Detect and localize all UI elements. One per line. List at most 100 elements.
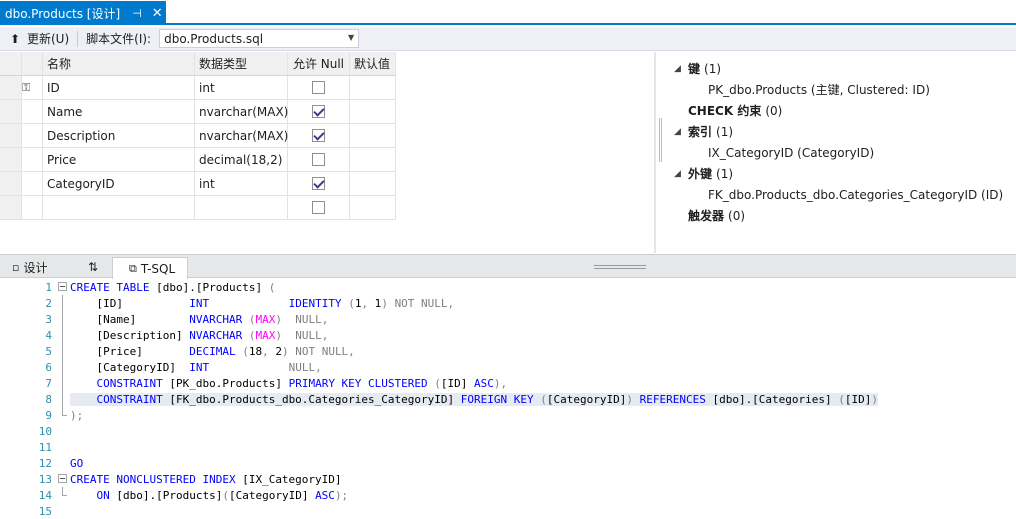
horizontal-splitter-grip-icon[interactable] (594, 265, 646, 269)
table-row[interactable]: Description nvarchar(MAX) (0, 124, 396, 148)
data-type-cell[interactable]: int (195, 172, 288, 196)
close-icon[interactable]: ✕ (152, 6, 163, 21)
fold-guide (56, 375, 70, 391)
code-line[interactable]: 9 ); (0, 407, 1016, 423)
data-type-cell[interactable]: nvarchar(MAX) (195, 124, 288, 148)
primary-key-icon: ⚿ (22, 80, 31, 94)
allow-null-checkbox[interactable] (312, 129, 325, 142)
allow-null-checkbox[interactable] (312, 201, 325, 214)
allow-null-checkbox[interactable] (312, 153, 325, 166)
tsql-code-editor[interactable]: 1 CREATE TABLE [dbo].[Products] ( 2 [ID]… (0, 279, 1016, 519)
data-type-cell[interactable] (195, 196, 288, 220)
table-row[interactable]: ⚿ ID int (0, 76, 396, 100)
expand-triangle-icon[interactable]: ◢ (664, 127, 688, 137)
fold-gutter (56, 455, 70, 471)
code-text: GO (70, 456, 84, 470)
code-line[interactable]: 14 ON [dbo].[Products]([CategoryID] ASC)… (0, 487, 1016, 503)
triggers-count: (0) (728, 208, 746, 223)
row-key-cell (22, 124, 43, 148)
indexes-item[interactable]: IX_CategoryID (CategoryID) (664, 142, 1016, 163)
default-value-cell[interactable] (350, 172, 396, 196)
default-value-cell[interactable] (350, 148, 396, 172)
code-line[interactable]: 3 [Name] NVARCHAR (MAX) NULL, (0, 311, 1016, 327)
column-name-cell[interactable]: ID (43, 76, 195, 100)
row-selector[interactable] (0, 76, 22, 100)
column-header-name[interactable]: 名称 (43, 52, 195, 76)
line-number: 8 (45, 392, 52, 406)
column-header-type[interactable]: 数据类型 (195, 52, 288, 76)
vertical-splitter[interactable] (654, 52, 656, 253)
keys-group[interactable]: ◢ 键 (1) (664, 58, 1016, 79)
default-value-cell[interactable] (350, 76, 396, 100)
indexes-group[interactable]: ◢ 索引 (1) (664, 121, 1016, 142)
splitter-grip-icon[interactable] (659, 118, 662, 162)
allow-null-checkbox[interactable] (312, 81, 325, 94)
check-count: (0) (765, 103, 783, 118)
foreign-keys-item[interactable]: FK_dbo.Products_dbo.Categories_CategoryI… (664, 184, 1016, 205)
fold-gutter (56, 423, 70, 439)
table-row[interactable]: Price decimal(18,2) (0, 148, 396, 172)
column-name-cell[interactable] (43, 196, 195, 220)
default-value-cell[interactable] (350, 100, 396, 124)
row-selector[interactable] (0, 148, 22, 172)
row-selector-header (0, 52, 22, 76)
code-line[interactable]: 8 CONSTRAINT [FK_dbo.Products_dbo.Catego… (0, 391, 1016, 407)
line-number: 10 (38, 424, 52, 438)
expand-triangle-icon[interactable]: ◢ (664, 169, 688, 179)
default-value-cell[interactable] (350, 124, 396, 148)
code-line[interactable]: 6 [CategoryID] INT NULL, (0, 359, 1016, 375)
code-text: CONSTRAINT [PK_dbo.Products] PRIMARY KEY… (96, 376, 508, 390)
allow-null-checkbox[interactable] (312, 105, 325, 118)
code-line[interactable]: 1 CREATE TABLE [dbo].[Products] ( (0, 279, 1016, 295)
swap-panes-button[interactable]: ⇅ (88, 257, 98, 277)
data-type-cell[interactable]: int (195, 76, 288, 100)
table-row[interactable]: Name nvarchar(MAX) (0, 100, 396, 124)
triggers-group[interactable]: 触发器 (0) (664, 205, 1016, 226)
expand-triangle-icon[interactable]: ◢ (664, 64, 688, 74)
foreign-keys-group[interactable]: ◢ 外键 (1) (664, 163, 1016, 184)
code-line[interactable]: 13 CREATE NONCLUSTERED INDEX [IX_Categor… (0, 471, 1016, 487)
allow-null-cell (288, 76, 350, 100)
foreign-keys-label: 外键 (688, 167, 713, 181)
code-line[interactable]: 5 [Price] DECIMAL (18, 2) NOT NULL, (0, 343, 1016, 359)
code-line[interactable]: 15 (0, 503, 1016, 519)
fold-toggle-icon[interactable] (56, 279, 70, 295)
data-type-cell[interactable]: nvarchar(MAX) (195, 100, 288, 124)
column-grid: 名称 数据类型 允许 Null 默认值 ⚿ ID int Name nvarch… (0, 52, 654, 253)
primary-key-item: PK_dbo.Products (主键, Clustered: ID) (708, 83, 930, 97)
table-row-new[interactable] (0, 196, 396, 220)
fold-gutter (56, 439, 70, 455)
allow-null-checkbox[interactable] (312, 177, 325, 190)
tab-design[interactable]: ▫ 设计 (12, 257, 47, 277)
update-button[interactable]: ⬆ 更新(U) (10, 30, 69, 47)
row-selector[interactable] (0, 124, 22, 148)
fold-toggle-icon[interactable] (56, 471, 70, 487)
code-line[interactable]: 2 [ID] INT IDENTITY (1, 1) NOT NULL, (0, 295, 1016, 311)
check-constraints-group[interactable]: CHECK 约束 (0) (664, 100, 1016, 121)
row-selector[interactable] (0, 196, 22, 220)
code-line[interactable]: 11 (0, 439, 1016, 455)
row-selector[interactable] (0, 172, 22, 196)
keys-item[interactable]: PK_dbo.Products (主键, Clustered: ID) (664, 79, 1016, 100)
default-value-cell[interactable] (350, 196, 396, 220)
code-text: [Price] DECIMAL (18, 2) NOT NULL, (70, 344, 355, 358)
code-line[interactable]: 7 CONSTRAINT [PK_dbo.Products] PRIMARY K… (0, 375, 1016, 391)
script-file-dropdown[interactable]: dbo.Products.sql ▼ (159, 29, 360, 48)
code-line[interactable]: 4 [Description] NVARCHAR (MAX) NULL, (0, 327, 1016, 343)
column-name-cell[interactable]: Price (43, 148, 195, 172)
table-row[interactable]: CategoryID int (0, 172, 396, 196)
column-name-cell[interactable]: CategoryID (43, 172, 195, 196)
data-type-cell[interactable]: decimal(18,2) (195, 148, 288, 172)
allow-null-cell (288, 172, 350, 196)
row-selector[interactable] (0, 100, 22, 124)
column-header-allow-null[interactable]: 允许 Null (288, 52, 350, 76)
column-name-cell[interactable]: Description (43, 124, 195, 148)
tab-tsql[interactable]: ⧉ T-SQL (112, 257, 189, 279)
script-file-value: dbo.Products.sql (164, 31, 264, 46)
document-tab[interactable]: dbo.Products [设计] ⊣ ✕ (0, 1, 166, 25)
pin-icon[interactable]: ⊣ (132, 7, 142, 20)
column-name-cell[interactable]: Name (43, 100, 195, 124)
code-line[interactable]: 12 GO (0, 455, 1016, 471)
column-header-default[interactable]: 默认值 (350, 52, 396, 76)
code-line[interactable]: 10 (0, 423, 1016, 439)
